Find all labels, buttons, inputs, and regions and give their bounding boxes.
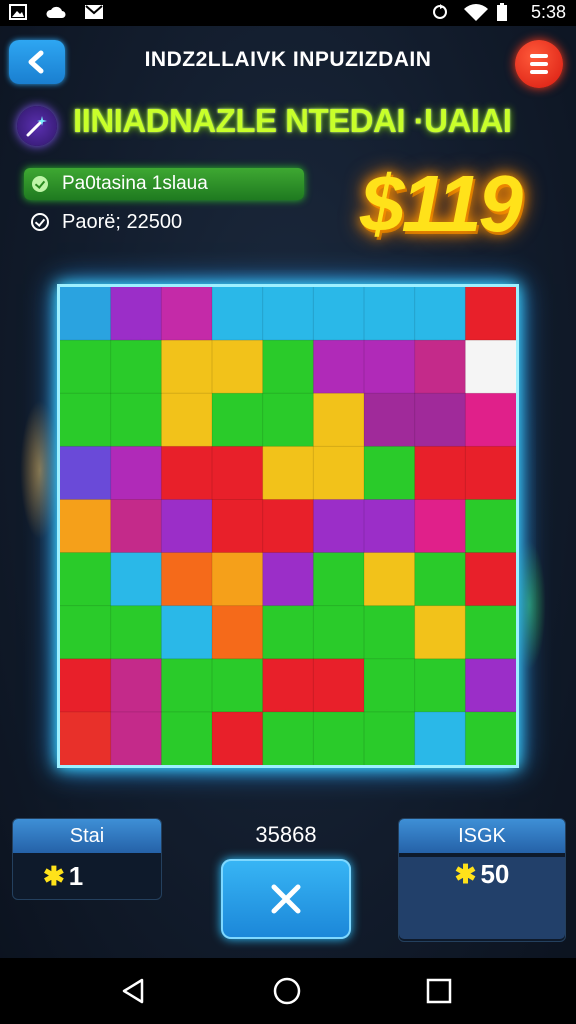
puzzle-piece[interactable]	[110, 711, 162, 765]
sync-icon	[430, 3, 450, 23]
money-display: $119	[360, 159, 523, 248]
points-label: Paorë; 22500	[62, 211, 183, 233]
puzzle-piece[interactable]	[465, 711, 516, 765]
stars-box: Stai ✱ 1	[12, 818, 162, 900]
bonus-value: 50	[480, 859, 510, 889]
nav-recents-icon[interactable]	[424, 976, 454, 1006]
nav-home-icon[interactable]	[272, 976, 302, 1006]
navigation-bar	[0, 958, 576, 1024]
score-label: 35868	[255, 822, 317, 847]
stars-header: Stai	[13, 819, 161, 853]
star-icon: ✱	[43, 861, 65, 891]
close-icon	[271, 884, 301, 914]
stars-value-row: ✱ 1	[13, 861, 161, 892]
close-button[interactable]	[221, 859, 351, 939]
puzzle-piece[interactable]	[212, 711, 264, 765]
bonus-header: ISGK	[399, 819, 565, 853]
puzzle-grid[interactable]	[60, 287, 516, 765]
bonus-value-row: ✱ 50	[399, 859, 565, 890]
nav-back-icon[interactable]	[118, 976, 148, 1006]
check-icon	[32, 176, 48, 192]
puzzle-piece[interactable]	[414, 711, 466, 765]
puzzle-piece[interactable]	[465, 393, 516, 447]
star-icon: ✱	[454, 859, 477, 889]
stars-value: 1	[68, 861, 84, 891]
check-circle-icon	[31, 213, 49, 231]
level-title: IINIADNAZLE NTEDAI ·UAIAI	[73, 102, 512, 139]
puzzle-piece[interactable]	[465, 287, 516, 341]
bonus-box: ISGK ✱ 50	[398, 818, 566, 942]
wifi-icon	[462, 3, 490, 23]
mail-icon	[84, 3, 104, 23]
puzzle-piece[interactable]	[465, 605, 516, 660]
status-bar: 5:38	[0, 0, 576, 26]
puzzle-piece[interactable]	[313, 711, 365, 765]
status-time: 5:38	[530, 2, 566, 22]
menu-button[interactable]	[515, 40, 563, 88]
cloud-icon	[46, 3, 66, 23]
puzzle-piece[interactable]	[465, 499, 516, 554]
puzzle-wand-icon	[17, 106, 57, 146]
app-title: INDZ2LLAIVK INPUZIZDAIN	[144, 48, 432, 71]
progress-badge: Pa0tasina 1slaua	[24, 168, 304, 200]
progress-label: Pa0tasina 1slaua	[62, 173, 208, 194]
image-icon	[8, 3, 28, 23]
puzzle-board[interactable]	[57, 284, 519, 768]
battery-icon	[496, 3, 508, 23]
